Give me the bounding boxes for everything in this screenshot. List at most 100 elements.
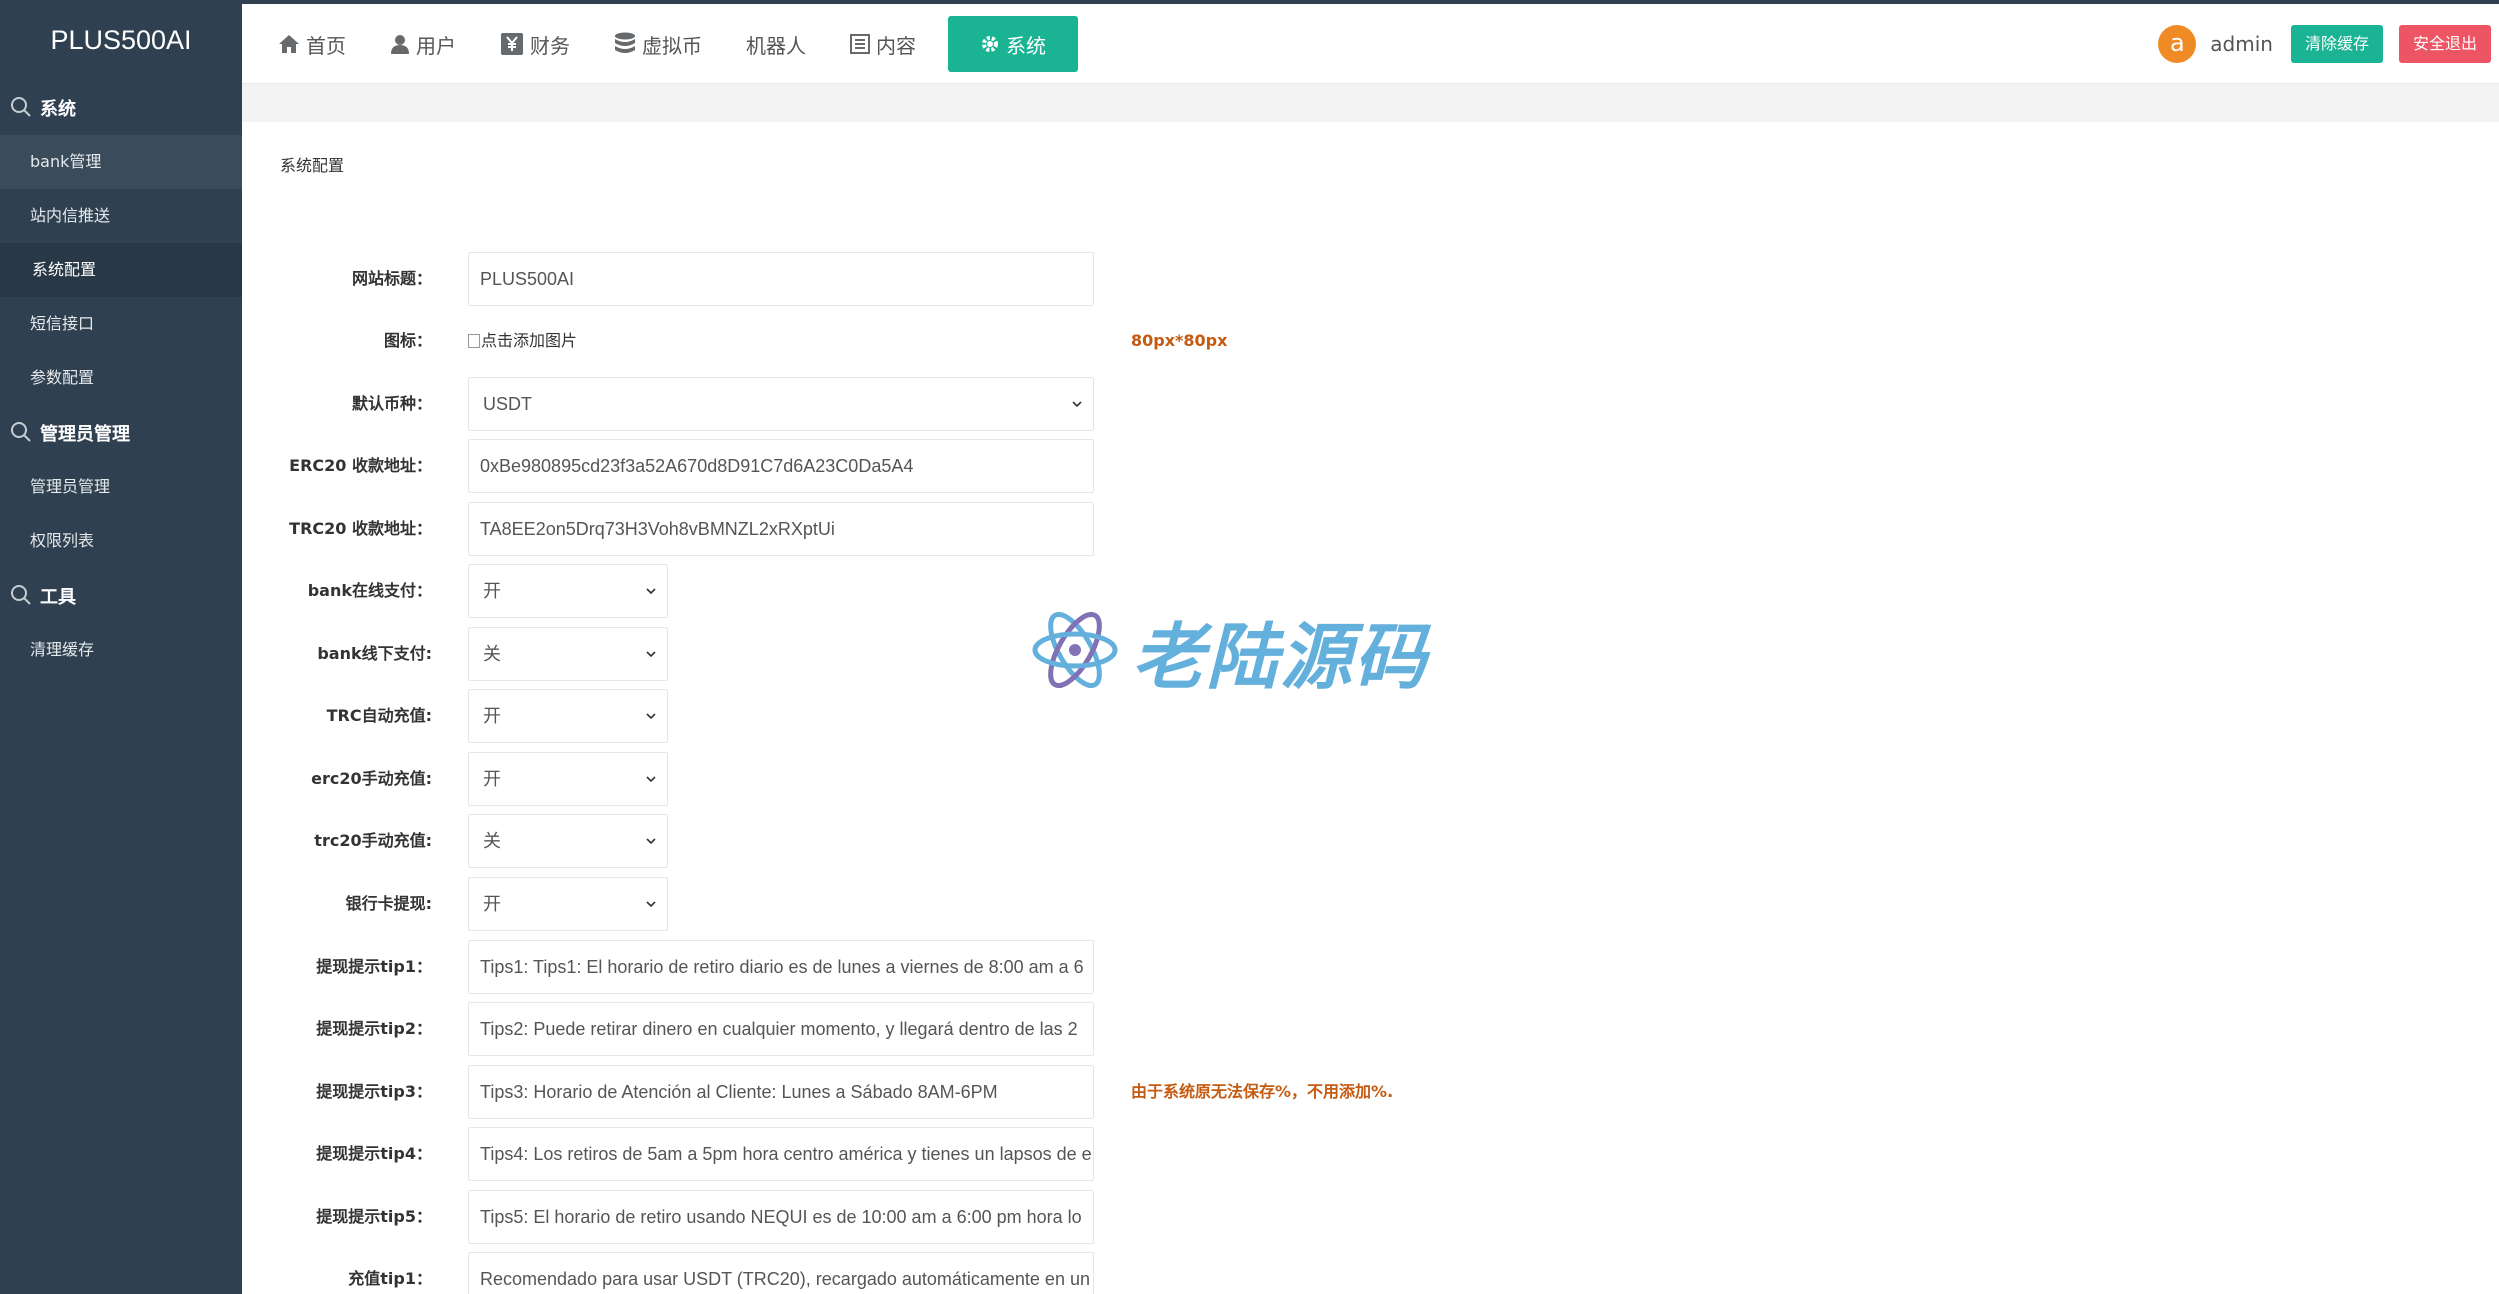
form-row-erc20: ERC20 收款地址： 0xBe980895cd23f3a52A670d8D91… — [242, 439, 1842, 493]
bank-online-select[interactable]: 开 — [468, 564, 668, 618]
user-icon — [391, 35, 409, 54]
menu-system-label: 系统 — [1006, 33, 1046, 58]
chevron-down-icon — [646, 901, 656, 908]
menu-finance[interactable]: 财务 — [482, 16, 588, 72]
database-icon — [615, 32, 635, 53]
menu-content[interactable]: 内容 — [832, 16, 934, 72]
form-row-erc20-manual: erc20手动充值: 开 — [242, 752, 1842, 806]
menu-crypto[interactable]: 虚拟币 — [596, 16, 720, 72]
nav-head-label: 管理员管理 — [40, 423, 130, 445]
watermark: 老陆源码 — [1030, 600, 1470, 700]
menu-system[interactable]: 系统 — [948, 16, 1078, 72]
tip2-input[interactable]: Tips2: Puede retirar dinero en cualquier… — [468, 1002, 1094, 1056]
form-row-tip2: 提现提示tip2： Tips2: Puede retirar dinero en… — [242, 1002, 1842, 1056]
erc20-manual-label: erc20手动充值: — [311, 769, 432, 788]
trc-auto-value: 开 — [483, 706, 501, 726]
bank-withdraw-value: 开 — [483, 894, 501, 914]
tip5-input[interactable]: Tips5: El horario de retiro usando NEQUI… — [468, 1190, 1094, 1244]
brand-logo[interactable]: PLUS500AI — [0, 0, 242, 80]
erc20-manual-select[interactable]: 开 — [468, 752, 668, 806]
currency-value: USDT — [483, 394, 532, 414]
icon-size-hint: 80px*80px — [1131, 331, 1228, 350]
menu-finance-label: 财务 — [530, 33, 570, 58]
sidebar-item-params[interactable]: 参数配置 — [0, 351, 242, 405]
menu-robot[interactable]: 机器人 — [728, 16, 824, 72]
bank-withdraw-select[interactable]: 开 — [468, 877, 668, 931]
sidebar-item-bank[interactable]: bank管理 — [0, 135, 242, 189]
trc20-manual-label: trc20手动充值: — [314, 831, 432, 850]
chevron-down-icon — [646, 588, 656, 595]
broken-image-icon — [468, 334, 480, 348]
form-row-currency: 默认币种： USDT — [242, 377, 1842, 431]
form-row-tip5: 提现提示tip5： Tips5: El horario de retiro us… — [242, 1190, 1842, 1244]
erc20-label: ERC20 收款地址： — [289, 456, 432, 475]
clear-cache-button[interactable]: 清除缓存 — [2290, 25, 2383, 63]
nav-group-admin: 管理员管理 管理员管理 权限列表 — [0, 405, 242, 568]
recharge-tip1-input[interactable]: Recomendado para usar USDT (TRC20), reca… — [468, 1252, 1094, 1294]
sidebar-item-permissions[interactable]: 权限列表 — [0, 514, 242, 568]
icon-label: 图标： — [383, 331, 432, 350]
username[interactable]: admin — [2210, 32, 2273, 56]
sidebar-item-admin-manage[interactable]: 管理员管理 — [0, 460, 242, 514]
menu-home-label: 首页 — [306, 33, 346, 58]
top-menu: 首页 用户 财务 虚拟币 机器人 内容 系统 — [260, 4, 1086, 84]
bank-offline-select[interactable]: 关 — [468, 627, 668, 681]
content-header-strip — [242, 84, 2499, 122]
chevron-down-icon — [646, 776, 656, 783]
chevron-down-icon — [646, 838, 656, 845]
watermark-text: 老陆源码 — [1132, 614, 1429, 699]
trc20-address-input[interactable]: TA8EE2on5Drq73H3Voh8vBMNZL2xRXptUi — [468, 502, 1094, 556]
nav-group-system: 系统 bank管理 站内信推送 系统配置 短信接口 参数配置 — [0, 80, 242, 405]
nav-head-admin[interactable]: 管理员管理 — [0, 405, 242, 460]
icon-upload-alt: 点击添加图片 — [481, 331, 578, 350]
tip1-input[interactable]: Tips1: Tips1: El horario de retiro diari… — [468, 940, 1094, 994]
logout-button[interactable]: 安全退出 — [2398, 25, 2491, 63]
trc20-manual-value: 关 — [483, 831, 501, 851]
page-title: 系统配置 — [280, 156, 345, 175]
menu-robot-label: 机器人 — [746, 33, 806, 58]
tip2-label: 提现提示tip2： — [316, 1019, 432, 1038]
trc20-label: TRC20 收款地址： — [289, 519, 432, 538]
sidebar-item-sms[interactable]: 短信接口 — [0, 297, 242, 351]
currency-label: 默认币种： — [351, 394, 432, 413]
form-row-site-title: 网站标题： PLUS500AI — [242, 252, 1842, 306]
avatar[interactable]: a — [2158, 25, 2197, 63]
tip3-input[interactable]: Tips3: Horario de Atención al Cliente: L… — [468, 1065, 1094, 1119]
tip3-hint: 由于系统原无法保存%，不用添加%. — [1131, 1082, 1394, 1101]
icon-upload[interactable]: 点击添加图片 — [468, 314, 577, 368]
nav-head-label: 工具 — [40, 586, 76, 608]
tip4-input[interactable]: Tips4: Los retiros de 5am a 5pm hora cen… — [468, 1127, 1094, 1181]
trc20-manual-select[interactable]: 关 — [468, 814, 668, 868]
site-title-input[interactable]: PLUS500AI — [468, 252, 1094, 306]
trc-auto-select[interactable]: 开 — [468, 689, 668, 743]
atom-logo-icon — [1032, 611, 1118, 689]
bank-offline-label: bank线下支付: — [317, 644, 432, 663]
chevron-down-icon — [646, 713, 656, 720]
currency-select[interactable]: USDT — [468, 377, 1094, 431]
sidebar-item-message-push[interactable]: 站内信推送 — [0, 189, 242, 243]
erc20-address-input[interactable]: 0xBe980895cd23f3a52A670d8D91C7d6A23C0Da5… — [468, 439, 1094, 493]
form-row-bank-withdraw: 银行卡提现: 开 — [242, 877, 1842, 931]
search-icon — [10, 96, 34, 120]
bank-online-label: bank在线支付： — [307, 581, 432, 600]
menu-home[interactable]: 首页 — [260, 16, 364, 72]
search-icon — [10, 584, 34, 608]
tip5-label: 提现提示tip5： — [316, 1207, 432, 1226]
recharge-tip1-label: 充值tip1： — [348, 1269, 432, 1288]
chevron-down-icon — [1072, 401, 1082, 408]
site-title-label: 网站标题： — [351, 269, 432, 288]
user-area: a admin 清除缓存 安全退出 — [2158, 4, 2499, 84]
nav-head-system[interactable]: 系统 — [0, 80, 242, 135]
sidebar-item-system-config[interactable]: 系统配置 — [0, 243, 242, 297]
trc-auto-label: TRC自动充值: — [326, 706, 432, 725]
nav-head-tools[interactable]: 工具 — [0, 568, 242, 623]
list-icon — [850, 34, 870, 54]
nav-group-tools: 工具 清理缓存 — [0, 568, 242, 677]
nav-head-label: 系统 — [40, 98, 76, 120]
menu-crypto-label: 虚拟币 — [642, 33, 702, 58]
search-icon — [10, 421, 34, 445]
menu-content-label: 内容 — [876, 33, 916, 58]
sidebar-item-clear-cache[interactable]: 清理缓存 — [0, 623, 242, 677]
form-row-recharge-tip1: 充值tip1： Recomendado para usar USDT (TRC2… — [242, 1252, 1842, 1294]
menu-users[interactable]: 用户 — [372, 16, 474, 72]
